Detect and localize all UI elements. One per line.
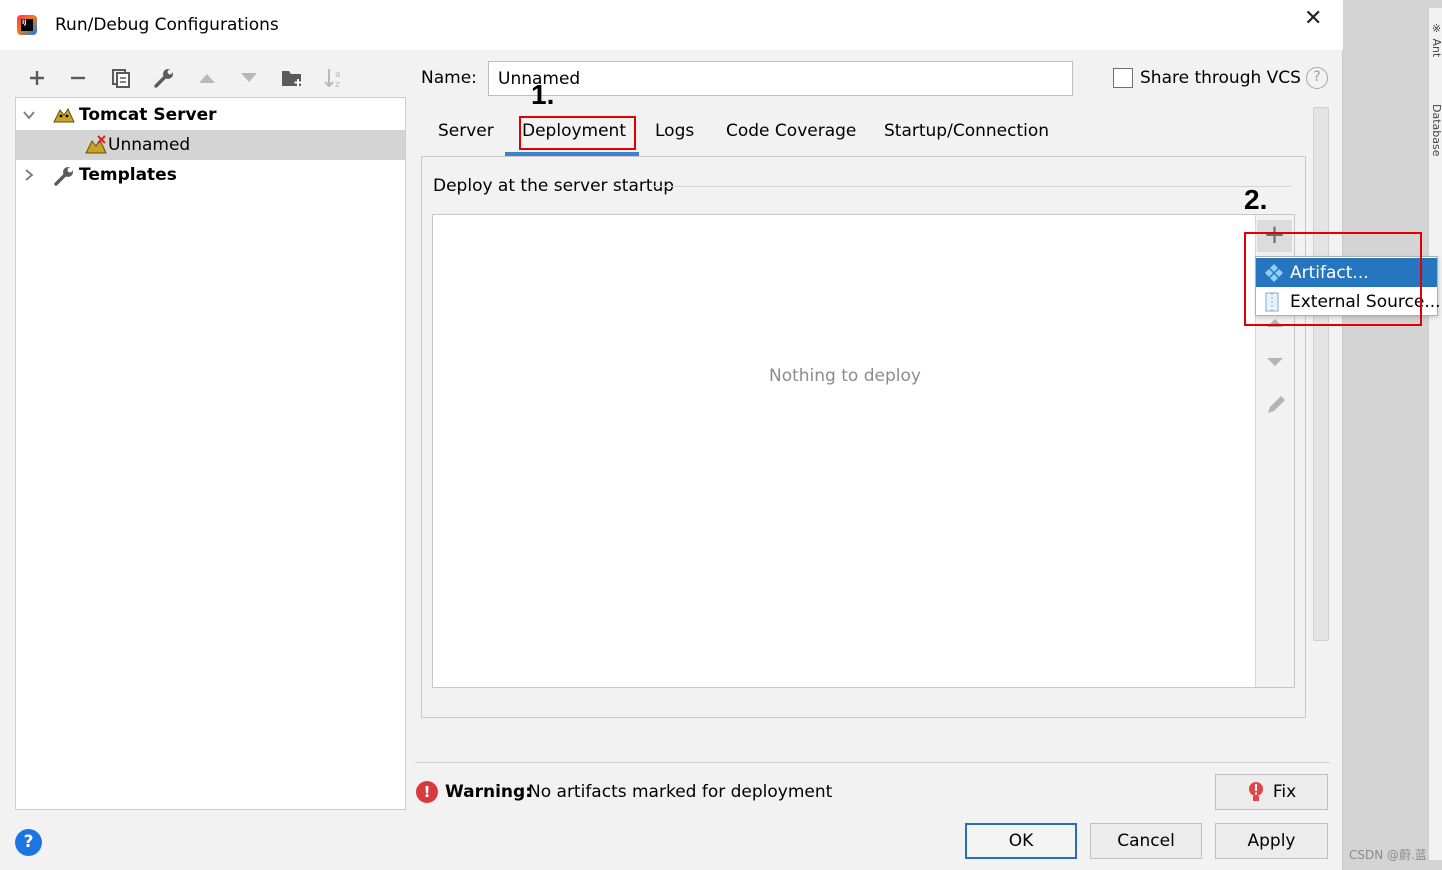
watermark: CSDN @蔚.蓝 [1349, 848, 1427, 862]
tab-server[interactable]: Server [438, 121, 494, 141]
tomcat-error-icon [85, 135, 107, 154]
edit-defaults-button[interactable] [151, 65, 177, 91]
copy-config-button[interactable] [108, 65, 134, 91]
section-separator [652, 186, 1292, 187]
move-to-folder-button[interactable] [280, 65, 306, 91]
chevron-right-icon [25, 169, 34, 181]
pencil-icon[interactable] [1265, 394, 1287, 416]
warning-message: No artifacts marked for deployment [528, 782, 833, 802]
copy-icon [112, 69, 130, 88]
tree-label-tomcat: Tomcat Server [79, 105, 217, 125]
share-vcs-checkbox[interactable] [1113, 68, 1133, 88]
annotation-step-1: 1. [531, 79, 555, 110]
warning-label: Warning: [445, 782, 533, 802]
annotation-step-2: 2. [1244, 184, 1268, 215]
annotation-box-deployment [519, 116, 636, 150]
name-label: Name: [421, 68, 477, 88]
fix-button-label: Fix [1272, 782, 1297, 802]
chevron-down-icon [23, 111, 35, 120]
plus-icon [30, 71, 44, 85]
remove-config-button[interactable] [65, 65, 91, 91]
deployment-list[interactable] [432, 214, 1295, 688]
move-down-button[interactable] [236, 65, 262, 91]
apply-button[interactable]: Apply [1215, 823, 1328, 859]
name-field[interactable] [488, 61, 1073, 96]
configuration-tree: Tomcat Server Unnamed Templates [15, 97, 406, 810]
minus-icon [71, 76, 85, 80]
side-tab-ant[interactable]: ※ Ant [1430, 22, 1442, 57]
annotation-box-popup [1244, 232, 1422, 326]
move-up-button[interactable] [194, 65, 220, 91]
folder-icon [282, 71, 302, 86]
error-icon: ! [416, 781, 438, 803]
tree-item-unnamed[interactable]: Unnamed [16, 130, 405, 160]
share-vcs-label: Share through VCS [1140, 68, 1301, 88]
deploy-section-title: Deploy at the server startup [433, 176, 675, 196]
lightbulb-error-icon [1248, 782, 1263, 801]
sort-icon: az [324, 69, 341, 89]
empty-list-text: Nothing to deploy [769, 366, 921, 386]
vertical-scrollbar[interactable] [1313, 107, 1329, 641]
close-button[interactable]: ✕ [1304, 6, 1322, 31]
svg-text:z: z [335, 80, 340, 89]
tab-startup-connection[interactable]: Startup/Connection [884, 121, 1049, 141]
tree-item-tomcat-server[interactable]: Tomcat Server [16, 100, 405, 130]
fix-button[interactable]: Fix [1215, 774, 1328, 810]
tree-item-templates[interactable]: Templates [16, 160, 405, 190]
bottom-separator [415, 762, 1330, 763]
tree-label-templates: Templates [79, 165, 177, 185]
arrow-up-icon [199, 74, 215, 83]
window-title: Run/Debug Configurations [55, 15, 279, 35]
tab-code-coverage[interactable]: Code Coverage [726, 121, 856, 141]
tab-logs[interactable]: Logs [655, 121, 694, 141]
cancel-button[interactable]: Cancel [1090, 823, 1202, 859]
arrow-down-icon[interactable] [1266, 357, 1284, 367]
help-button[interactable]: ? [15, 829, 42, 856]
intellij-app-icon: IJ [17, 15, 37, 35]
tomcat-icon [53, 107, 75, 123]
side-tab-database[interactable]: Database [1430, 104, 1442, 157]
help-question-icon[interactable]: ? [1306, 67, 1328, 89]
sort-button[interactable]: az [321, 65, 347, 91]
tree-label-unnamed: Unnamed [108, 135, 191, 155]
arrow-down-icon [241, 73, 257, 82]
wrench-icon [54, 167, 73, 186]
add-config-button[interactable] [24, 65, 50, 91]
svg-text:a: a [335, 70, 341, 80]
wrench-icon [154, 69, 173, 88]
ok-button[interactable]: OK [965, 823, 1077, 859]
